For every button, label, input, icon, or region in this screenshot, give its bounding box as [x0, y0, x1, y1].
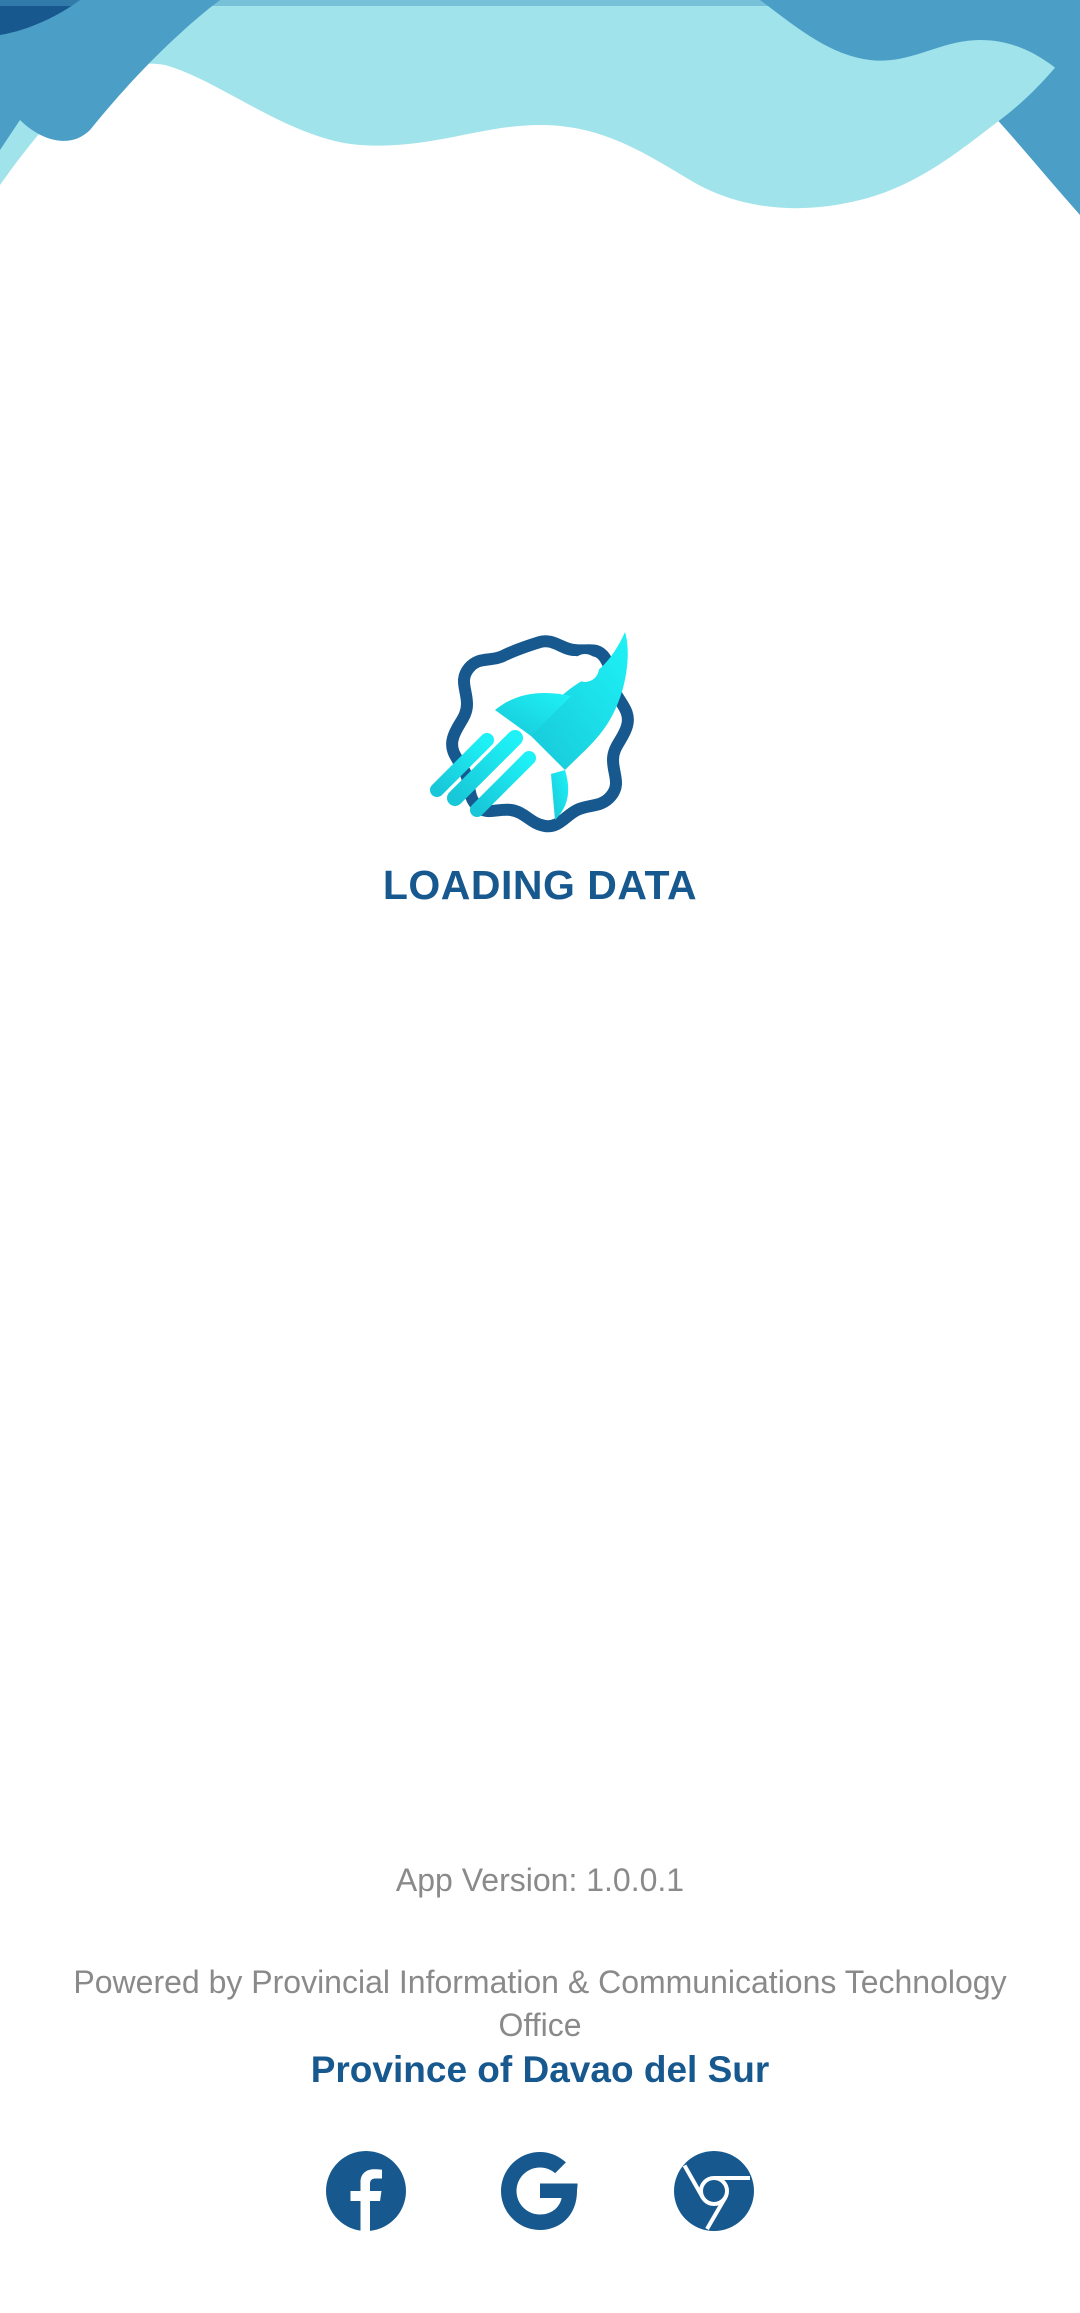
- province-name: Province of Davao del Sur: [310, 2049, 770, 2090]
- google-icon: [501, 2152, 578, 2230]
- facebook-icon: [326, 2151, 406, 2231]
- chrome-icon: [674, 2151, 754, 2231]
- loading-title: LOADING DATA: [382, 862, 698, 908]
- chrome-button[interactable]: [674, 2151, 754, 2231]
- header-wave-decoration: [0, 0, 1080, 215]
- footer: App Version: 1.0.0.1 Powered by Provinci…: [0, 1862, 1080, 2231]
- google-button[interactable]: [500, 2151, 580, 2231]
- rocket-icon: [425, 620, 655, 850]
- loading-indicator: LOADING DATA: [0, 620, 1080, 909]
- facebook-button[interactable]: [326, 2151, 406, 2231]
- app-version-text: App Version: 1.0.0.1: [395, 1862, 685, 1898]
- powered-by-text: Powered by Provincial Information & Comm…: [73, 1964, 1007, 2043]
- social-links: [326, 2151, 754, 2231]
